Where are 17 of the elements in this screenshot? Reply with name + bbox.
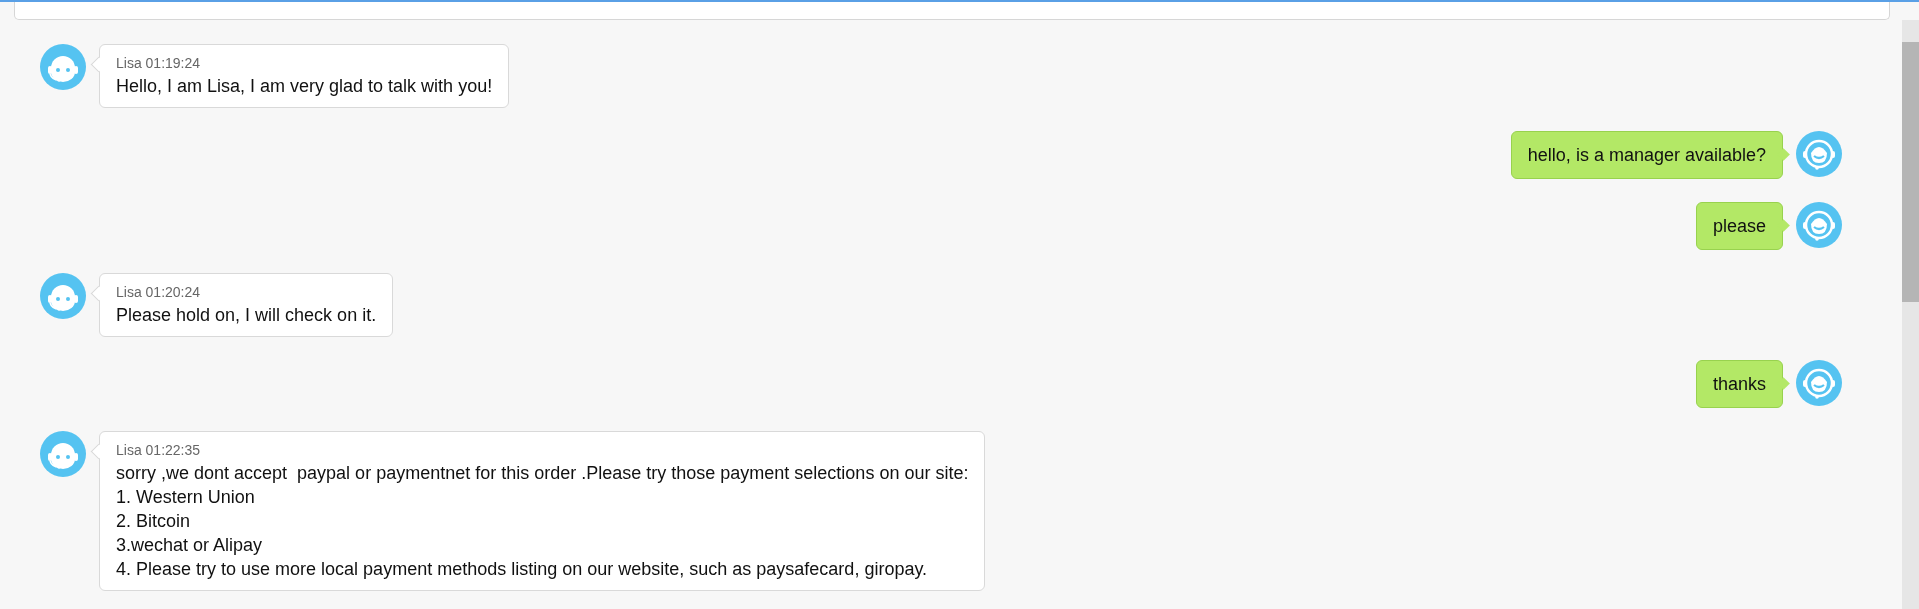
message-text: Hello, I am Lisa, I am very glad to talk with you! — [116, 75, 493, 98]
user-avatar-icon — [1796, 202, 1842, 248]
message-header: Lisa 01:20:24 — [116, 284, 202, 300]
scrollbar[interactable] — [1902, 20, 1919, 609]
user-avatar-icon — [1796, 360, 1842, 406]
message-header: Lisa 01:19:24 — [116, 55, 202, 71]
user-avatar-icon — [1796, 131, 1842, 177]
message-text: please — [1712, 215, 1766, 238]
scrollbar-thumb[interactable] — [1902, 42, 1919, 302]
message-header: Lisa 01:22:35 — [116, 442, 202, 458]
message-text: Please hold on, I will check on it. — [116, 304, 377, 327]
message-text: hello, is a manager available? — [1527, 144, 1766, 167]
agent-avatar-icon — [40, 431, 86, 477]
agent-avatar-icon — [40, 273, 86, 319]
message-text: sorry ,we dont accept paypal or paymentnet for this order .Please try those payment selections on our site: 1. Western Union 2. Bitcoin 3.wechat or Alipay 4. Please try to use more local payment methods listing on our website, such as paysafecard, giropay. — [116, 462, 969, 581]
message-text: thanks — [1712, 373, 1766, 396]
agent-avatar-icon — [40, 44, 86, 90]
